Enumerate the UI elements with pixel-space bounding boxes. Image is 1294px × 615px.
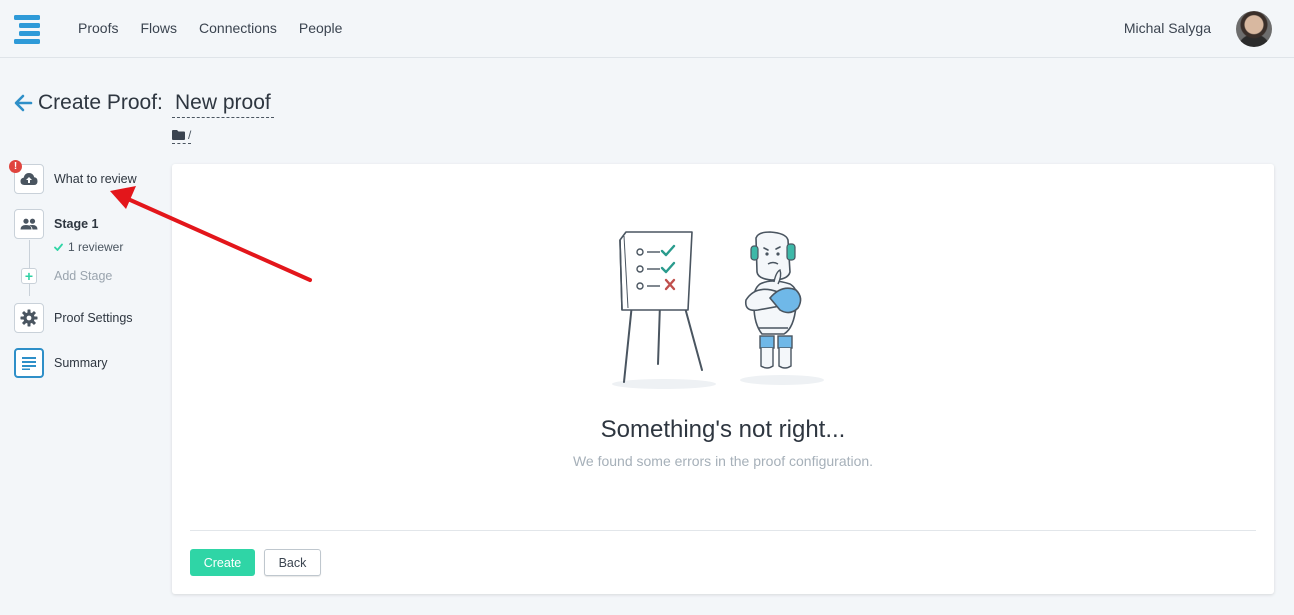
proof-name-field[interactable]: New proof <box>172 91 274 118</box>
step-label-proof-settings: Proof Settings <box>54 311 133 325</box>
plus-icon: + <box>21 268 37 284</box>
summary-lines-icon <box>22 357 36 370</box>
gear-icon <box>20 309 38 327</box>
step-icon-box <box>14 303 44 333</box>
user-avatar[interactable] <box>1236 11 1272 47</box>
step-proof-settings[interactable]: Proof Settings <box>14 303 133 333</box>
step-label-what-to-review: What to review <box>54 172 137 186</box>
error-card: Something's not right... We found some e… <box>172 164 1274 594</box>
step-icon-box <box>14 209 44 239</box>
error-subtitle: We found some errors in the proof config… <box>572 453 874 469</box>
app-logo-icon[interactable] <box>14 14 44 44</box>
step-icon-box: ! <box>9 160 44 194</box>
add-stage-label: Add Stage <box>54 269 113 283</box>
nav-connections[interactable]: Connections <box>199 20 277 36</box>
step-label-summary: Summary <box>54 356 108 370</box>
nav-flows[interactable]: Flows <box>140 20 177 36</box>
folder-icon <box>172 130 185 140</box>
nav-proofs[interactable]: Proofs <box>78 20 118 36</box>
people-icon <box>20 218 38 230</box>
back-arrow-icon[interactable] <box>13 93 33 113</box>
step-label-stage-1: Stage 1 <box>54 217 99 231</box>
main-nav: Proofs Flows Connections People <box>78 20 342 36</box>
folder-path-text: / <box>188 128 192 142</box>
page-title: Create Proof: <box>38 91 163 114</box>
reviewer-count[interactable]: 1 reviewer <box>54 240 123 254</box>
reviewer-count-text: 1 reviewer <box>68 240 124 254</box>
create-button[interactable]: Create <box>190 549 255 576</box>
back-button[interactable]: Back <box>264 549 321 576</box>
folder-path-selector[interactable]: / <box>172 128 192 144</box>
error-title: Something's not right... <box>600 416 846 443</box>
robot-flipchart-illustration <box>612 231 824 389</box>
add-stage-button[interactable]: + Add Stage <box>21 268 112 284</box>
step-icon-box <box>14 348 44 378</box>
nav-people[interactable]: People <box>299 20 343 36</box>
card-divider <box>190 530 1256 531</box>
top-navigation-bar: Proofs Flows Connections People Michal S… <box>0 0 1294 58</box>
cloud-upload-icon <box>20 173 38 185</box>
user-name[interactable]: Michal Salyga <box>1124 20 1211 36</box>
error-badge: ! <box>9 160 22 173</box>
step-stage-1[interactable]: Stage 1 <box>14 209 98 239</box>
step-what-to-review[interactable]: ! What to review <box>9 160 137 194</box>
check-icon <box>54 243 63 251</box>
step-summary[interactable]: Summary <box>14 348 107 378</box>
